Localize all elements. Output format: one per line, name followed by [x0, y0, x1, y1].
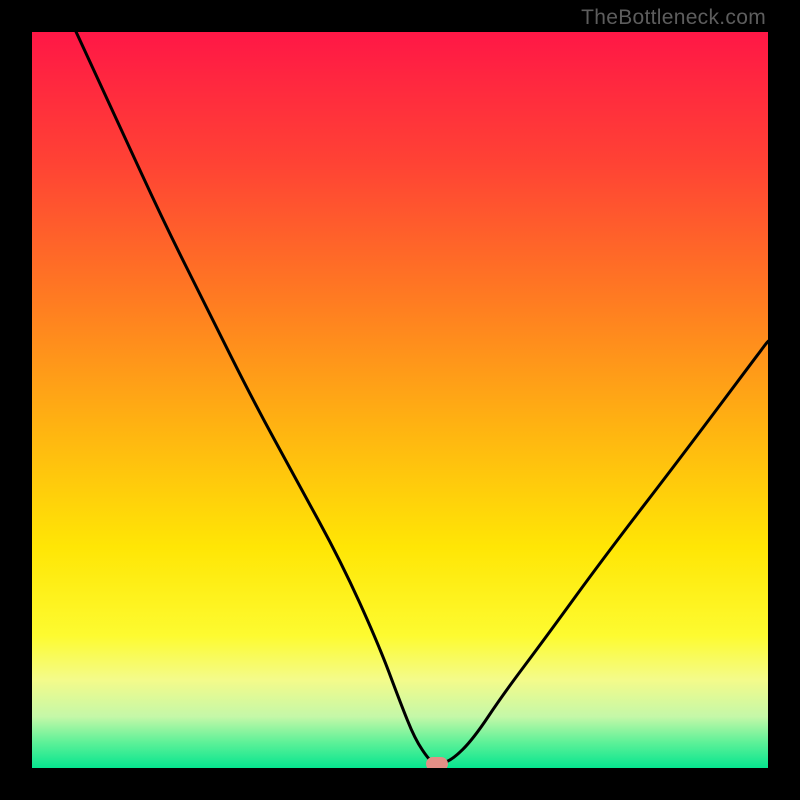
watermark-text: TheBottleneck.com — [581, 6, 766, 30]
optimal-point-marker — [426, 757, 448, 768]
chart-frame: TheBottleneck.com — [0, 0, 800, 800]
plot-area — [32, 32, 768, 768]
bottleneck-curve — [32, 32, 768, 768]
